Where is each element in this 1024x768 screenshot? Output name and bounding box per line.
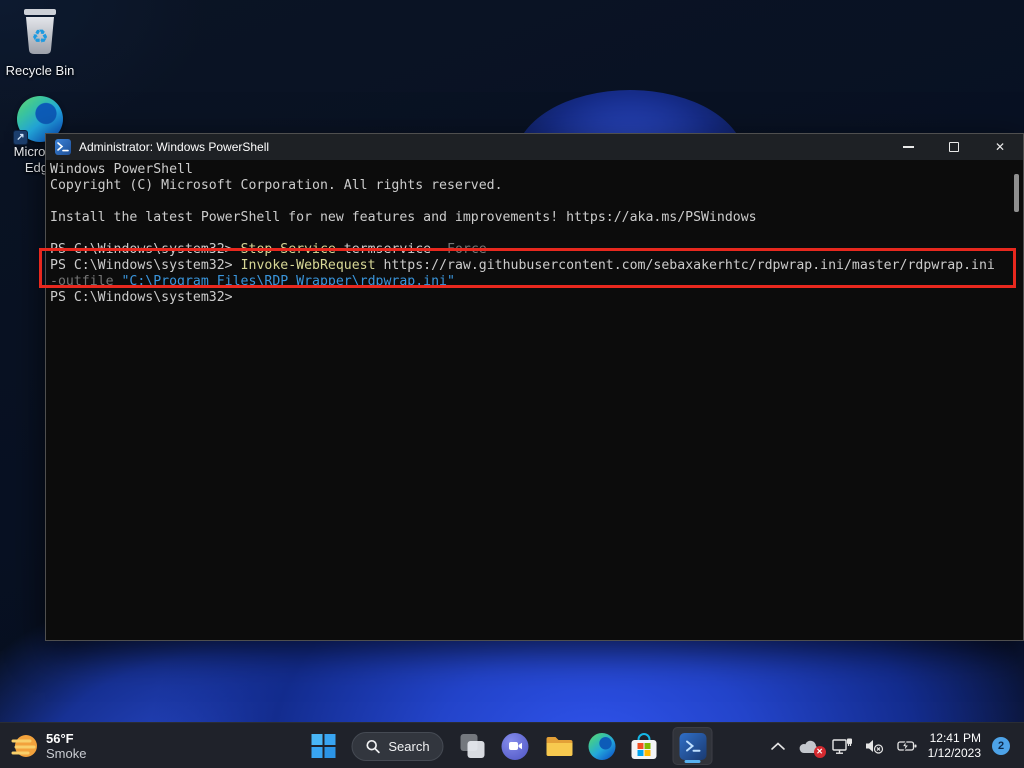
- windows-logo-icon: [312, 734, 336, 758]
- file-explorer-icon: [545, 734, 573, 758]
- svg-text:♻: ♻: [31, 27, 48, 48]
- weather-smoke-icon: [10, 732, 38, 760]
- recycle-bin-label: Recycle Bin: [2, 63, 78, 79]
- search-icon: [365, 739, 380, 754]
- recycle-bin-icon: ♻: [18, 6, 62, 56]
- speaker-muted-icon: [864, 738, 884, 754]
- powershell-icon: [679, 733, 706, 760]
- close-button[interactable]: [977, 134, 1023, 160]
- microsoft-store-button[interactable]: [632, 733, 657, 759]
- clock-time: 12:41 PM: [928, 731, 981, 746]
- microsoft-store-icon: [632, 733, 657, 759]
- desktop: ♻ Recycle Bin ↗ Microsoft Edge Administr…: [0, 0, 1024, 768]
- hidden-icons-chevron[interactable]: [770, 741, 786, 751]
- annotation-highlight-box: [39, 248, 1016, 288]
- task-view-button[interactable]: [460, 733, 486, 759]
- weather-temperature: 56°F: [46, 731, 86, 746]
- active-app-indicator: [685, 760, 701, 763]
- desktop-icon-recycle-bin[interactable]: ♻ Recycle Bin: [2, 6, 78, 79]
- search-label: Search: [388, 739, 429, 754]
- powershell-window: Administrator: Windows PowerShell Window…: [45, 133, 1024, 641]
- onedrive-tray-button[interactable]: ✕: [797, 738, 821, 755]
- network-tray-button[interactable]: [832, 737, 853, 755]
- ethernet-network-icon: [832, 737, 853, 755]
- start-button[interactable]: [312, 734, 336, 758]
- battery-tray-button[interactable]: [895, 739, 917, 753]
- chat-button[interactable]: [502, 733, 529, 760]
- scrollbar-thumb[interactable]: [1014, 174, 1019, 212]
- chat-icon: [502, 733, 529, 760]
- minimize-button[interactable]: [885, 134, 931, 160]
- weather-widget[interactable]: 56°F Smoke: [10, 723, 86, 768]
- clock[interactable]: 12:41 PM 1/12/2023: [928, 731, 981, 761]
- window-title: Administrator: Windows PowerShell: [79, 140, 269, 154]
- powershell-taskbar-button[interactable]: [673, 727, 713, 765]
- edge-taskbar-icon: [589, 733, 616, 760]
- battery-charging-icon: [895, 739, 917, 753]
- edge-button[interactable]: [589, 733, 616, 760]
- notification-count-badge[interactable]: 2: [992, 737, 1010, 755]
- maximize-button[interactable]: [931, 134, 977, 160]
- search-button[interactable]: Search: [352, 732, 444, 761]
- chevron-up-icon: [770, 741, 786, 751]
- volume-tray-button[interactable]: [864, 738, 884, 754]
- clock-date: 1/12/2023: [928, 746, 981, 761]
- terminal-output[interactable]: Windows PowerShellCopyright (C) Microsof…: [46, 160, 1023, 640]
- powershell-title-icon: [55, 139, 71, 155]
- file-explorer-button[interactable]: [545, 734, 573, 758]
- taskbar: 56°F Smoke Search: [0, 722, 1024, 768]
- window-titlebar[interactable]: Administrator: Windows PowerShell: [46, 134, 1023, 160]
- weather-condition: Smoke: [46, 746, 86, 761]
- shortcut-arrow-icon: ↗: [13, 130, 28, 145]
- onedrive-error-badge: ✕: [814, 746, 826, 758]
